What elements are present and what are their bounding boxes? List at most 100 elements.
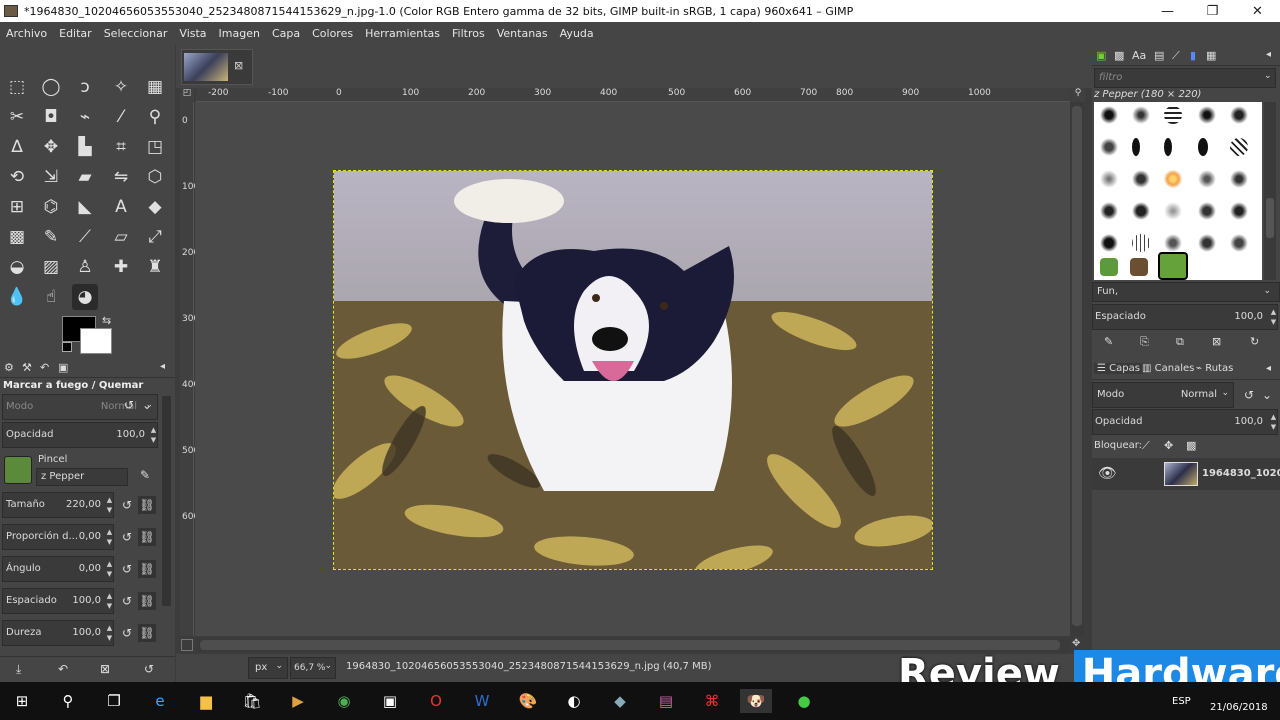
link-hardness-icon[interactable]: ⛓ <box>138 624 156 642</box>
brush-item[interactable] <box>1164 138 1172 156</box>
menu-editar[interactable]: Editar <box>53 27 98 40</box>
layer-row[interactable]: 👁 1964830_1020 <box>1092 458 1280 490</box>
flip-icon[interactable]: ⇋ <box>108 164 134 190</box>
paths-icon[interactable]: ⌁ <box>72 104 98 130</box>
mode-menu-chevron-icon[interactable]: ⌄ <box>138 396 156 414</box>
image-canvas[interactable] <box>333 170 933 570</box>
reset-options-icon[interactable]: ↺ <box>144 662 154 676</box>
xbox-icon[interactable]: ● <box>792 689 816 713</box>
maximize-button[interactable]: ❐ <box>1190 0 1235 22</box>
delete-options-icon[interactable]: ⊠ <box>100 662 110 676</box>
layer-mode-select[interactable]: Modo Normal ⌄ <box>1092 382 1234 408</box>
reset-angle-icon[interactable]: ↺ <box>118 560 136 578</box>
warp-transform-icon[interactable]: ⌬ <box>38 194 64 220</box>
media-player-icon[interactable]: ▶ <box>286 689 310 713</box>
bucket-fill-icon[interactable]: ◆ <box>142 194 168 220</box>
nox-icon[interactable]: ◆ <box>608 689 632 713</box>
brush-name-field[interactable]: z Pepper <box>36 468 128 486</box>
dock-menu-icon[interactable]: ◂ <box>1266 49 1271 60</box>
paint-dynamics-tab-icon[interactable]: ⟋ <box>1172 49 1180 63</box>
brush-grid-scrollbar[interactable] <box>1264 102 1276 280</box>
chevron-down-icon[interactable]: ⌄ <box>1264 71 1272 81</box>
brush-item[interactable] <box>1164 202 1182 220</box>
menu-ayuda[interactable]: Ayuda <box>554 27 600 40</box>
spacing-spin-icon[interactable]: ▲ ▼ <box>105 591 114 611</box>
close-button[interactable]: ✕ <box>1235 0 1280 22</box>
brush-item[interactable] <box>1164 170 1182 188</box>
horizontal-scroll-thumb[interactable] <box>200 640 1060 650</box>
menu-seleccionar[interactable]: Seleccionar <box>98 27 174 40</box>
airbrush-icon[interactable]: ⤢ <box>142 224 168 250</box>
measure-icon[interactable]: ∆ <box>4 134 30 160</box>
reset-spacing-icon[interactable]: ↺ <box>118 592 136 610</box>
blur-icon[interactable]: 💧 <box>4 284 30 310</box>
brush-item[interactable] <box>1230 202 1248 220</box>
navigate-icon[interactable]: ✥ <box>1072 638 1080 649</box>
reset-size-icon[interactable]: ↺ <box>118 496 136 514</box>
file-explorer-icon[interactable]: ▆ <box>194 689 218 713</box>
brush-item[interactable] <box>1100 170 1118 188</box>
brush-item-selected[interactable] <box>1158 252 1188 280</box>
dodge-burn-icon[interactable]: ◕ <box>72 284 98 310</box>
brushes-tab-icon[interactable]: ▣ <box>1096 49 1106 62</box>
ratio-slider[interactable]: Proporción d... 0,00 ▲ ▼ <box>2 524 114 550</box>
brush-item[interactable] <box>1230 106 1248 124</box>
photos-icon[interactable]: ▣ <box>378 689 402 713</box>
edit-brush-icon[interactable]: ✎ <box>1104 335 1113 348</box>
brush-spacing-spin-icon[interactable]: ▲ ▼ <box>1269 307 1278 327</box>
reset-layer-mode-icon[interactable]: ↺ <box>1240 386 1258 404</box>
swap-colors-icon[interactable]: ⇆ <box>102 314 111 327</box>
pencil-icon[interactable]: ✎ <box>38 224 64 250</box>
rotate-icon[interactable]: ⟲ <box>4 164 30 190</box>
spacing-slider[interactable]: Espaciado 100,0 ▲ ▼ <box>2 588 114 614</box>
windows-start-icon[interactable]: ⊞ <box>10 689 34 713</box>
brush-grid[interactable] <box>1094 102 1262 280</box>
dock-menu-icon[interactable]: ◂ <box>1266 363 1271 374</box>
opacity-slider[interactable]: Opacidad 100,0 ▲ ▼ <box>2 422 158 448</box>
crop-icon[interactable]: ⌗ <box>108 134 134 160</box>
lock-pixels-icon[interactable]: ⟋ <box>1142 439 1150 453</box>
size-spin-icon[interactable]: ▲ ▼ <box>105 495 114 515</box>
chrome-icon[interactable]: ◉ <box>332 689 356 713</box>
move-icon[interactable]: ✥ <box>38 134 64 160</box>
layer-mode-menu-chevron-icon[interactable]: ⌄ <box>1258 386 1276 404</box>
color-select-icon[interactable]: ▦ <box>142 74 168 100</box>
tab-channels[interactable]: ▥ Canales <box>1142 363 1194 374</box>
new-brush-icon[interactable]: ⎘ <box>1140 335 1149 349</box>
duplicate-brush-icon[interactable]: ⧉ <box>1176 335 1184 349</box>
opacity-spin-icon[interactable]: ▲ ▼ <box>149 425 158 445</box>
brush-item[interactable] <box>1100 234 1118 252</box>
align-icon[interactable]: ▙ <box>72 134 98 160</box>
brush-item[interactable] <box>1100 106 1118 124</box>
paint-icon[interactable]: 🎨 <box>516 689 540 713</box>
mypaint-brush-icon[interactable]: ▨ <box>38 254 64 280</box>
zoom-icon[interactable]: ⚲ <box>142 104 168 130</box>
eraser-icon[interactable]: ▱ <box>108 224 134 250</box>
brush-item[interactable] <box>1100 138 1118 156</box>
shear-icon[interactable]: ▰ <box>72 164 98 190</box>
layer-opacity-spin-icon[interactable]: ▲ ▼ <box>1269 412 1278 432</box>
keyboard-language[interactable]: ESP <box>1172 696 1191 707</box>
brush-item[interactable] <box>1132 138 1140 156</box>
link-angle-icon[interactable]: ⛓ <box>138 560 156 578</box>
brush-item[interactable] <box>1198 138 1208 156</box>
brush-preview[interactable] <box>4 456 32 484</box>
zoom-to-fit-icon[interactable]: ⚲ <box>1071 88 1085 102</box>
brush-item[interactable] <box>1230 170 1248 188</box>
tool-options-tab-icon[interactable]: ⚙ <box>4 361 14 374</box>
tab-layers[interactable]: ☰ Capas <box>1094 363 1143 374</box>
delete-brush-icon[interactable]: ⊠ <box>1212 335 1221 348</box>
obs-icon[interactable]: ◐ <box>562 689 586 713</box>
brush-item[interactable] <box>1164 234 1182 252</box>
unit-select[interactable]: px ⌄ <box>248 657 288 679</box>
link-spacing-icon[interactable]: ⛓ <box>138 592 156 610</box>
unified-transform-icon[interactable]: ◳ <box>142 134 168 160</box>
smudge-icon[interactable]: ☝ <box>38 284 64 310</box>
vertical-scroll-thumb[interactable] <box>1072 106 1082 626</box>
patterns-tab-icon[interactable]: ▩ <box>1114 49 1124 62</box>
restore-options-icon[interactable]: ↶ <box>58 662 68 676</box>
layer-name[interactable]: 1964830_1020 <box>1202 468 1280 479</box>
undo-history-tab-icon[interactable]: ↶ <box>40 361 49 374</box>
brush-filter-input[interactable]: filtro <box>1094 68 1276 88</box>
brush-item[interactable] <box>1198 202 1216 220</box>
